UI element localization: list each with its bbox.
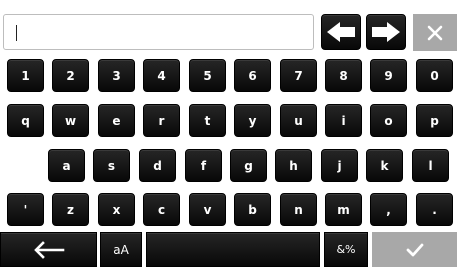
cursor-left-button[interactable] <box>321 14 361 50</box>
key-numbers-9[interactable]: 0 <box>416 59 453 92</box>
confirm-button[interactable] <box>372 232 457 267</box>
key-row1-1[interactable]: w <box>52 104 89 137</box>
key-row1-2[interactable]: e <box>98 104 135 137</box>
key-numbers-3[interactable]: 4 <box>143 59 180 92</box>
close-icon <box>427 25 443 40</box>
key-numbers-8[interactable]: 9 <box>370 59 407 92</box>
key-numbers-6[interactable]: 7 <box>280 59 317 92</box>
checkmark-icon <box>406 243 423 256</box>
backspace-arrow-icon <box>33 240 64 259</box>
key-row2-5[interactable]: h <box>275 149 312 182</box>
key-numbers-0[interactable]: 1 <box>7 59 44 92</box>
key-row1-7[interactable]: i <box>325 104 362 137</box>
key-row1-3[interactable]: r <box>143 104 180 137</box>
key-row2-3[interactable]: f <box>185 149 222 182</box>
arrow-right-icon <box>372 22 400 42</box>
key-row3-1[interactable]: z <box>52 193 89 226</box>
key-row1-9[interactable]: p <box>416 104 453 137</box>
arrow-left-icon <box>327 22 355 42</box>
symbols-toggle-button[interactable]: &% <box>324 232 368 267</box>
key-row3-7[interactable]: m <box>325 193 362 226</box>
key-row3-8[interactable]: , <box>370 193 407 226</box>
on-screen-keyboard: 1234567890 qwertyuiop asdfghjkl ' z x c v b n m… <box>0 0 457 267</box>
key-row2-6[interactable]: j <box>321 149 358 182</box>
case-toggle-button[interactable]: aA <box>100 232 142 267</box>
key-numbers-2[interactable]: 3 <box>98 59 135 92</box>
cursor-right-button[interactable] <box>366 14 406 50</box>
key-row3-0[interactable]: ' <box>7 193 44 226</box>
key-row3-6[interactable]: n <box>280 193 317 226</box>
key-numbers-4[interactable]: 5 <box>189 59 226 92</box>
key-row3-3[interactable]: c <box>143 193 180 226</box>
text-input-field[interactable] <box>3 14 314 50</box>
key-row2-1[interactable]: s <box>93 149 130 182</box>
key-row2-0[interactable]: a <box>48 149 85 182</box>
key-row1-0[interactable]: q <box>7 104 44 137</box>
key-row3-5[interactable]: b <box>234 193 271 226</box>
backspace-button[interactable] <box>0 232 97 267</box>
key-numbers-7[interactable]: 8 <box>325 59 362 92</box>
key-row2-8[interactable]: l <box>412 149 449 182</box>
key-row2-7[interactable]: k <box>366 149 403 182</box>
key-row1-4[interactable]: t <box>189 104 226 137</box>
key-row3-4[interactable]: v <box>189 193 226 226</box>
key-row1-6[interactable]: u <box>280 104 317 137</box>
key-row3-9[interactable]: . <box>416 193 453 226</box>
key-row2-4[interactable]: g <box>230 149 267 182</box>
key-row1-5[interactable]: y <box>234 104 271 137</box>
key-row1-8[interactable]: o <box>370 104 407 137</box>
clear-button[interactable] <box>413 14 457 51</box>
key-row3-2[interactable]: x <box>98 193 135 226</box>
key-numbers-1[interactable]: 2 <box>52 59 89 92</box>
key-row2-2[interactable]: d <box>139 149 176 182</box>
space-bar[interactable] <box>146 232 320 267</box>
key-numbers-5[interactable]: 6 <box>234 59 271 92</box>
text-caret <box>16 25 17 41</box>
